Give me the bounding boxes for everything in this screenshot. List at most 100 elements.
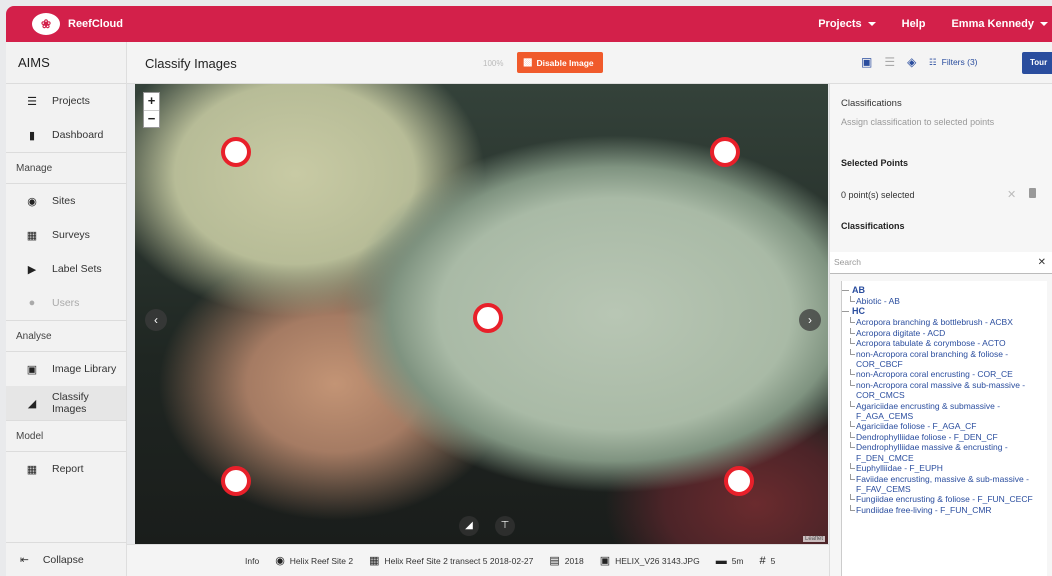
info-label: Info: [245, 555, 260, 566]
annotation-point[interactable]: [221, 466, 251, 496]
user-menu[interactable]: Emma Kennedy: [951, 18, 1048, 30]
tree-item[interactable]: Dendrophylliidae massive & encrusting - …: [842, 442, 1047, 463]
sidebar-item-projects[interactable]: ☰ Projects: [6, 84, 126, 118]
page-title: Classify Images: [145, 56, 237, 71]
filter-sliders-icon: ☷: [929, 57, 937, 67]
classification-panel: Classifications Assign classification to…: [829, 84, 1052, 576]
classify-tool-icon[interactable]: ◢: [459, 516, 479, 536]
tree-item[interactable]: non-Acropora coral branching & foliose -…: [842, 348, 1047, 370]
sidebar-item-sites[interactable]: ◉ Sites: [6, 184, 126, 218]
users-icon: ●: [28, 297, 36, 309]
trash-icon[interactable]: [1029, 188, 1036, 198]
fill-color-icon[interactable]: ◈: [907, 55, 916, 69]
info-image: ▣ HELIX_V26 3143.JPG: [599, 555, 700, 567]
selected-points-heading: Selected Points: [841, 158, 909, 168]
hash-icon: #: [759, 554, 766, 567]
image-view-icon[interactable]: ▣: [861, 55, 872, 69]
tree-item[interactable]: Fundiidae free-living - F_FUN_CMR: [842, 504, 1047, 515]
app-window: ❀ ReefCloud Projects Help Emma Kennedy A…: [0, 0, 1052, 576]
section-manage: Manage: [6, 152, 126, 184]
filters-button[interactable]: ☷ Filters (3): [929, 57, 978, 68]
calendar-icon: ▤: [549, 555, 560, 567]
zoom-control: + −: [143, 92, 160, 128]
map-pin-icon: ◉: [275, 555, 285, 567]
reefcloud-logo-icon: ❀: [32, 13, 60, 35]
organization-name: AIMS: [6, 42, 126, 84]
view-toggle-group: ▣ ☰ ◈: [861, 55, 916, 69]
tree-item[interactable]: non-Acropora coral encrusting - COR_CE: [842, 369, 1047, 379]
tree-item[interactable]: non-Acropora coral massive & sub-massive…: [842, 379, 1047, 401]
annotation-point[interactable]: [710, 137, 740, 167]
image-viewer[interactable]: + − ‹ › ◢ ⊤ Leaflet: [135, 84, 828, 544]
tree-item[interactable]: Euphylliidae - F_EUPH: [842, 463, 1047, 473]
tree-group-hc[interactable]: HC: [842, 306, 1047, 317]
ruler-icon: ▬: [715, 554, 727, 567]
sidebar-item-classify-images[interactable]: ◢ Classify Images: [6, 386, 126, 420]
map-pin-icon: ◉: [27, 195, 37, 208]
grid-view-icon[interactable]: ☰: [884, 55, 895, 69]
classification-tree: AB Abiotic - AB HC Acropora branching & …: [841, 281, 1047, 576]
info-year: ▤ 2018: [549, 555, 584, 567]
clear-selection-icon[interactable]: ✕: [1007, 188, 1016, 201]
brand[interactable]: ❀ ReefCloud: [32, 11, 123, 37]
chevron-down-icon: [1040, 22, 1048, 27]
info-points: # 5: [759, 554, 776, 567]
info-depth: ▬ 5m: [715, 554, 744, 567]
annotation-point[interactable]: [221, 137, 251, 167]
top-nav: Projects Help Emma Kennedy: [818, 6, 1052, 42]
zoom-level: 100%: [483, 59, 504, 68]
list-icon: ☰: [27, 95, 37, 108]
map-attribution[interactable]: Leaflet: [802, 536, 825, 542]
disable-image-button[interactable]: ▩ Disable Image: [517, 52, 603, 73]
image-icon: ▣: [599, 555, 611, 567]
info-bar: Info ◉ Helix Reef Site 2 ▦ Helix Reef Si…: [127, 544, 829, 576]
clipboard-icon: ▦: [26, 229, 38, 242]
zoom-in-button[interactable]: +: [144, 93, 159, 110]
annotation-point[interactable]: [724, 466, 754, 496]
image-icon: ▣: [26, 363, 38, 376]
sidebar-item-label-sets[interactable]: ▶ Label Sets: [6, 252, 126, 286]
selected-count: 0 point(s) selected: [841, 190, 915, 200]
tree-item[interactable]: Faviidae encrusting, massive & sub-massi…: [842, 473, 1047, 495]
previous-image-button[interactable]: ‹: [145, 309, 167, 331]
zoom-out-button[interactable]: −: [144, 110, 159, 127]
tree-item[interactable]: Dendrophylliidae foliose - F_DEN_CF: [842, 431, 1047, 442]
tree-item[interactable]: Fungiidae encrusting & foliose - F_FUN_C…: [842, 494, 1047, 504]
tree-item[interactable]: Acropora digitate - ACD: [842, 327, 1047, 338]
section-model: Model: [6, 420, 126, 452]
sidebar-item-surveys[interactable]: ▦ Surveys: [6, 218, 126, 252]
panel-title: Classifications: [841, 98, 902, 109]
report-icon: ▦: [26, 463, 38, 476]
tour-button[interactable]: Tour: [1022, 52, 1052, 74]
tree-item[interactable]: Agariciidae foliose - F_AGA_CF: [842, 421, 1047, 431]
projects-menu[interactable]: Projects: [818, 18, 876, 30]
bar-chart-icon: ▮: [28, 129, 36, 142]
tree-item[interactable]: Agariciidae encrusting & submassive - F_…: [842, 400, 1047, 422]
panel-subtitle: Assign classification to selected points: [841, 117, 995, 127]
next-image-button[interactable]: ›: [799, 309, 821, 331]
sidebar: AIMS ☰ Projects ▮ Dashboard Manage ◉ Sit…: [6, 42, 127, 576]
sidebar-item-dashboard[interactable]: ▮ Dashboard: [6, 118, 126, 152]
pin-icon[interactable]: ⊤: [495, 516, 515, 536]
tree-item[interactable]: Acropora branching & bottlebrush - ACBX: [842, 317, 1047, 327]
sidebar-item-report[interactable]: ▦ Report: [6, 452, 126, 486]
tree-item[interactable]: Acropora tabulate & corymbose - ACTO: [842, 338, 1047, 348]
top-bar: ❀ ReefCloud Projects Help Emma Kennedy: [6, 6, 1052, 42]
tree-group-ab[interactable]: AB: [842, 285, 1047, 296]
sidebar-item-image-library[interactable]: ▣ Image Library: [6, 352, 126, 386]
classification-search: ✕: [830, 252, 1052, 274]
help-link[interactable]: Help: [902, 18, 926, 30]
section-analyse: Analyse: [6, 320, 126, 352]
classifications-heading: Classifications: [841, 221, 905, 231]
classify-icon: ◢: [27, 397, 37, 410]
annotation-point[interactable]: [473, 303, 503, 333]
collapse-button[interactable]: ⇤ Collapse: [6, 542, 126, 576]
tree-item[interactable]: Abiotic - AB: [842, 296, 1047, 306]
clipboard-icon: ▦: [369, 555, 380, 567]
collapse-arrow-icon: ⇤: [20, 553, 29, 566]
info-site: ◉ Helix Reef Site 2: [275, 555, 354, 567]
clear-search-icon[interactable]: ✕: [1038, 257, 1046, 268]
search-input[interactable]: [834, 257, 1024, 267]
sidebar-item-users: ● Users: [6, 286, 126, 320]
brand-name: ReefCloud: [68, 18, 123, 30]
